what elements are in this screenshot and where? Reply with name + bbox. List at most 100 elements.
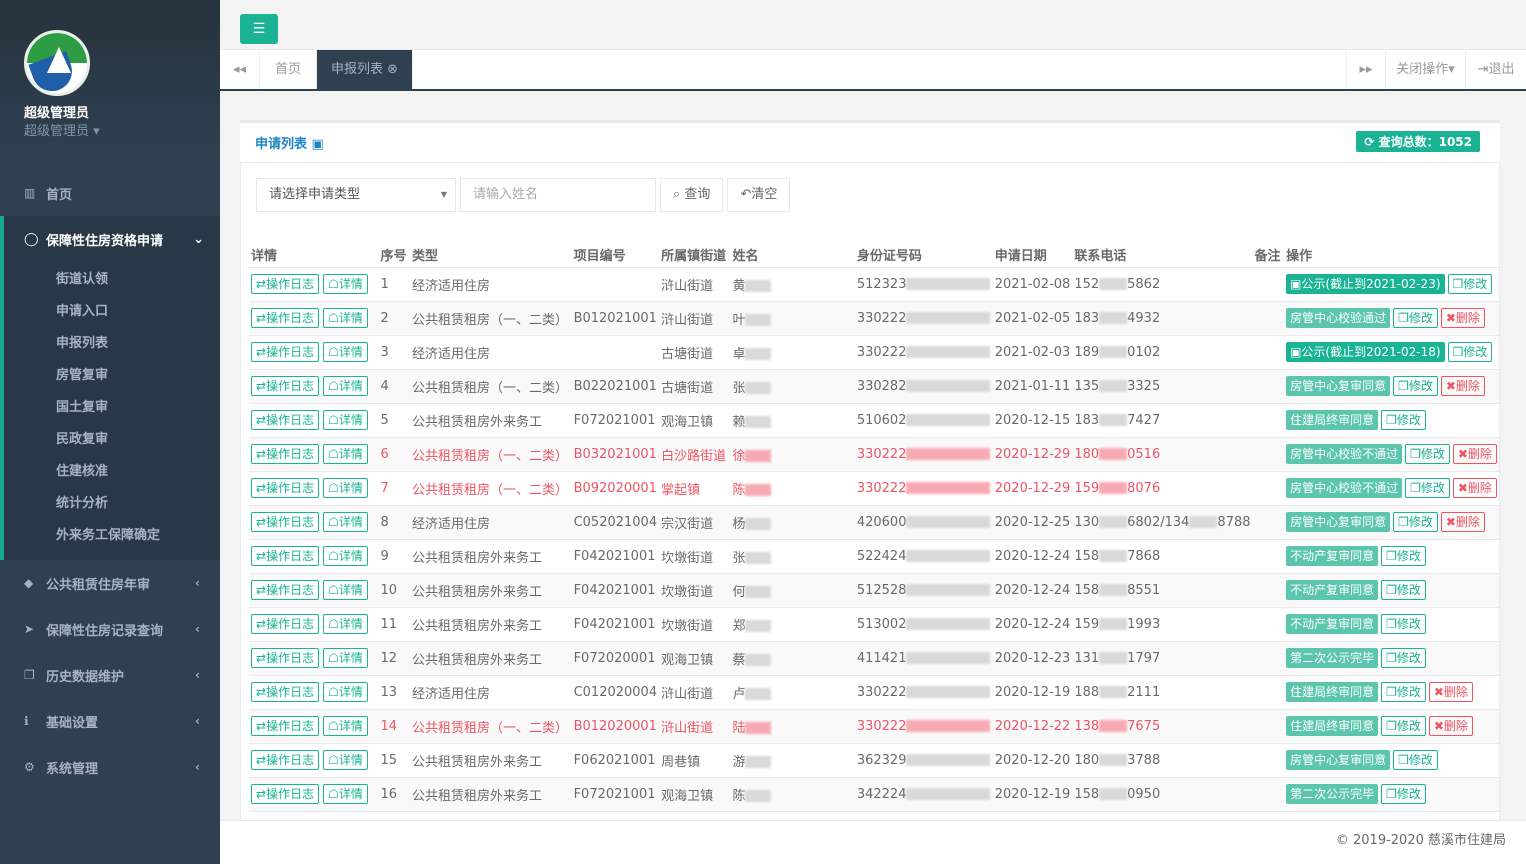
status-button[interactable]: 住建局终审同意 (1286, 682, 1379, 702)
operation-log-button[interactable]: ⇄操作日志 (251, 444, 320, 464)
status-button[interactable]: 不动产复审同意 (1286, 580, 1379, 600)
detail-button[interactable]: ☖详情 (323, 784, 368, 804)
edit-button[interactable]: ❐修改 (1447, 342, 1493, 362)
detail-button[interactable]: ☖详情 (323, 716, 368, 736)
operation-log-button[interactable]: ⇄操作日志 (251, 546, 320, 566)
tab-home[interactable]: 首页 (260, 50, 317, 89)
status-button[interactable]: 房管中心复审同意 (1286, 376, 1391, 396)
detail-button[interactable]: ☖详情 (323, 750, 368, 770)
application-type-select[interactable]: 请选择申请类型 ▼ (256, 178, 456, 212)
edit-button[interactable]: ❐修改 (1381, 546, 1426, 566)
submenu-item[interactable]: 住建核准 (24, 456, 220, 488)
sidebar-item-history[interactable]: ❐ 历史数据维护 ‹ (0, 652, 220, 698)
operation-log-button[interactable]: ⇄操作日志 (251, 614, 320, 634)
sidebar-item-system[interactable]: ⚙ 系统管理 ‹ (0, 744, 220, 790)
edit-button[interactable]: ❐修改 (1393, 750, 1438, 770)
edit-button[interactable]: ❐修改 (1393, 308, 1438, 328)
tab-scroll-right-button[interactable]: ▸▸ (1346, 50, 1386, 89)
detail-button[interactable]: ☖详情 (323, 512, 368, 532)
edit-button[interactable]: ❐修改 (1381, 648, 1426, 668)
status-button[interactable]: 第二次公示完毕 (1286, 784, 1379, 804)
detail-button[interactable]: ☖详情 (323, 376, 368, 396)
detail-button[interactable]: ☖详情 (323, 648, 368, 668)
submenu-item[interactable]: 申请入口 (24, 296, 220, 328)
edit-button[interactable]: ❐修改 (1405, 478, 1450, 498)
profile-role-dropdown[interactable]: 超级管理员 ▾ (24, 120, 100, 139)
edit-button[interactable]: ❐修改 (1405, 444, 1450, 464)
detail-button[interactable]: ☖详情 (323, 274, 368, 294)
status-button[interactable]: 住建局终审同意 (1286, 410, 1379, 430)
operation-log-button[interactable]: ⇄操作日志 (251, 274, 320, 294)
delete-button[interactable]: ✖删除 (1428, 716, 1473, 736)
edit-button[interactable]: ❐修改 (1381, 580, 1426, 600)
tab-declaration-list[interactable]: 申报列表 ⊗ (317, 50, 413, 89)
delete-button[interactable]: ✖删除 (1440, 308, 1485, 328)
detail-button[interactable]: ☖详情 (323, 546, 368, 566)
status-button[interactable]: 不动产复审同意 (1286, 614, 1379, 634)
edit-button[interactable]: ❐修改 (1381, 784, 1426, 804)
edit-button[interactable]: ❐修改 (1381, 716, 1426, 736)
submenu-item[interactable]: 国土复审 (24, 392, 220, 424)
status-button[interactable]: 住建局终审同意 (1286, 716, 1379, 736)
operation-log-button[interactable]: ⇄操作日志 (251, 784, 320, 804)
detail-button[interactable]: ☖详情 (323, 308, 368, 328)
operation-log-button[interactable]: ⇄操作日志 (251, 580, 320, 600)
edit-button[interactable]: ❐修改 (1393, 376, 1438, 396)
logout-button[interactable]: ⇥退出 (1466, 50, 1526, 89)
close-icon[interactable]: ⊗ (387, 62, 398, 77)
menu-toggle-button[interactable]: ☰ (240, 14, 278, 44)
delete-button[interactable]: ✖删除 (1428, 682, 1473, 702)
operation-log-button[interactable]: ⇄操作日志 (251, 750, 320, 770)
sidebar-item-housing-application[interactable]: ◯ 保障性住房资格申请 ⌄ 街道认领 申请入口 申报列表 房管复审 国土复审 民政复审 住建核准… (0, 216, 220, 560)
detail-button[interactable]: ☖详情 (323, 342, 368, 362)
operation-log-button[interactable]: ⇄操作日志 (251, 716, 320, 736)
edit-button[interactable]: ❐修改 (1393, 512, 1438, 532)
delete-button[interactable]: ✖删除 (1452, 444, 1497, 464)
operation-log-button[interactable]: ⇄操作日志 (251, 682, 320, 702)
sidebar-item-annual-review[interactable]: ◆ 公共租赁住房年审 ‹ (0, 560, 220, 606)
detail-button[interactable]: ☖详情 (323, 444, 368, 464)
delete-button[interactable]: ✖删除 (1452, 478, 1497, 498)
clear-button[interactable]: ↶清空 (727, 178, 791, 212)
close-operations-dropdown[interactable]: 关闭操作▾ (1386, 50, 1466, 89)
detail-button[interactable]: ☖详情 (323, 614, 368, 634)
status-button[interactable]: 第二次公示完毕 (1286, 648, 1379, 668)
submenu-item[interactable]: 民政复审 (24, 424, 220, 456)
status-button[interactable]: 房管中心校验不通过 (1286, 444, 1403, 464)
edit-button[interactable]: ❐修改 (1381, 410, 1426, 430)
collapse-icon[interactable]: ▣ (312, 137, 324, 152)
sidebar-item-record-query[interactable]: ➤ 保障性住房记录查询 ‹ (0, 606, 220, 652)
operation-log-button[interactable]: ⇄操作日志 (251, 376, 320, 396)
edit-button[interactable]: ❐修改 (1381, 614, 1426, 634)
detail-button[interactable]: ☖详情 (323, 580, 368, 600)
status-button[interactable]: ▣公示(截止到2021-02-18) (1286, 342, 1445, 362)
status-button[interactable]: 不动产复审同意 (1286, 546, 1379, 566)
submenu-item[interactable]: 房管复审 (24, 360, 220, 392)
operation-log-button[interactable]: ⇄操作日志 (251, 342, 320, 362)
status-button[interactable]: 房管中心复审同意 (1286, 750, 1391, 770)
submenu-item[interactable]: 申报列表 (24, 328, 220, 360)
operation-log-button[interactable]: ⇄操作日志 (251, 308, 320, 328)
operation-log-button[interactable]: ⇄操作日志 (251, 478, 320, 498)
delete-button[interactable]: ✖删除 (1440, 376, 1485, 396)
sidebar-item-settings[interactable]: ℹ 基础设置 ‹ (0, 698, 220, 744)
edit-button[interactable]: ❐修改 (1381, 682, 1426, 702)
status-button[interactable]: 房管中心复审同意 (1286, 512, 1391, 532)
operation-log-button[interactable]: ⇄操作日志 (251, 648, 320, 668)
status-button[interactable]: 房管中心校验不通过 (1286, 478, 1403, 498)
delete-button[interactable]: ✖删除 (1440, 512, 1485, 532)
operation-log-button[interactable]: ⇄操作日志 (251, 410, 320, 430)
submenu-item[interactable]: 外来务工保障确定 (24, 520, 220, 552)
submenu-item[interactable]: 统计分析 (24, 488, 220, 520)
edit-button[interactable]: ❐修改 (1447, 274, 1493, 294)
status-button[interactable]: ▣公示(截止到2021-02-23) (1286, 274, 1445, 294)
detail-button[interactable]: ☖详情 (323, 682, 368, 702)
tab-scroll-left-button[interactable]: ◂◂ (220, 50, 260, 89)
detail-button[interactable]: ☖详情 (323, 478, 368, 498)
name-input[interactable]: 请输入姓名 (460, 178, 656, 212)
operation-log-button[interactable]: ⇄操作日志 (251, 512, 320, 532)
status-button[interactable]: 房管中心校验通过 (1286, 308, 1391, 328)
detail-button[interactable]: ☖详情 (323, 410, 368, 430)
query-button[interactable]: ⌕ 查询 (660, 178, 724, 212)
submenu-item[interactable]: 街道认领 (24, 264, 220, 296)
